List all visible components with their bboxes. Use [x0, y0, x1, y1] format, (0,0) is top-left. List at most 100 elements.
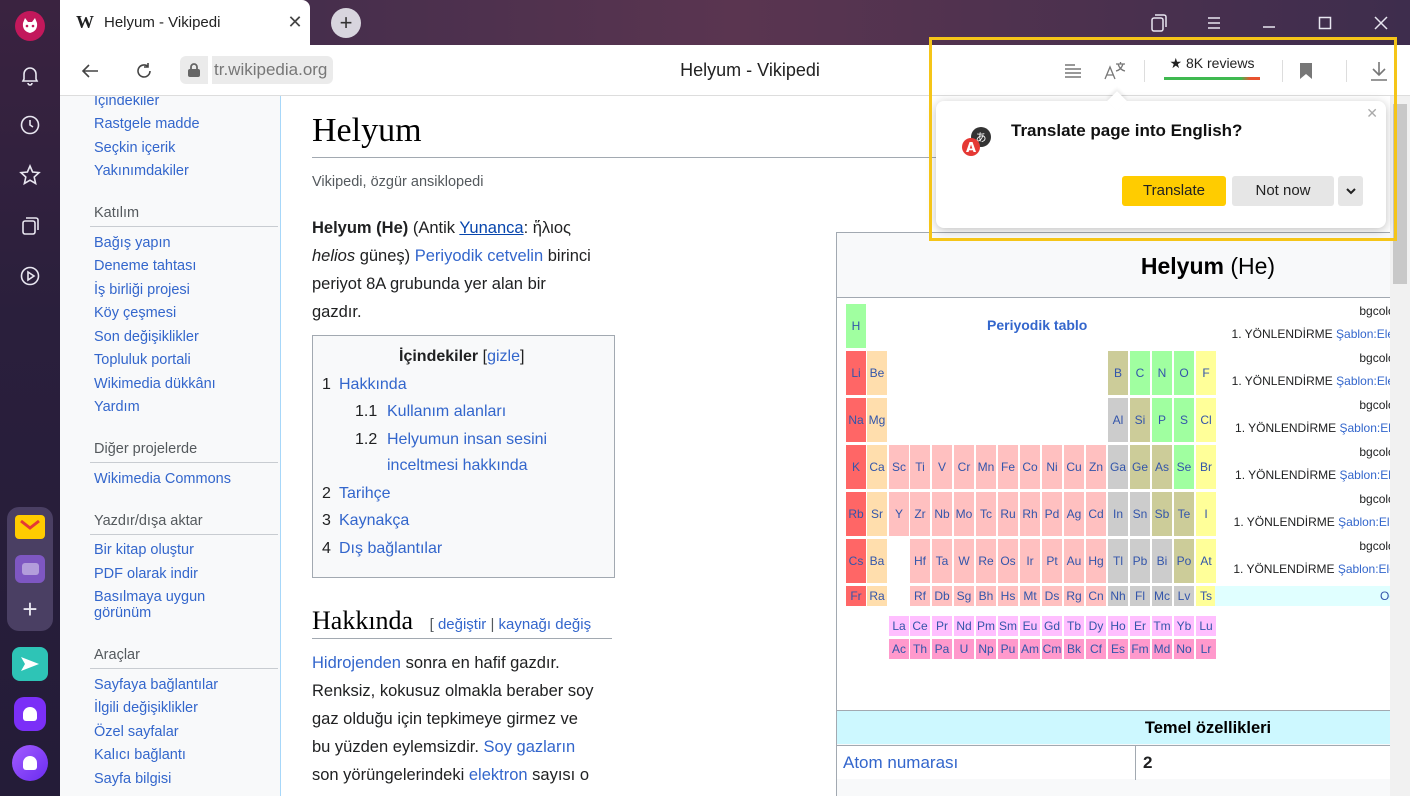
element-cell[interactable]: Ho: [1108, 616, 1128, 636]
element-cell[interactable]: Pd: [1042, 492, 1062, 536]
element-cell[interactable]: Pu: [998, 639, 1018, 659]
mail-icon[interactable]: [15, 515, 45, 539]
translate-button[interactable]: Translate: [1122, 176, 1226, 206]
element-cell[interactable]: V: [932, 445, 952, 489]
element-cell[interactable]: Be: [867, 351, 887, 395]
popup-close-icon[interactable]: ✕: [1366, 105, 1378, 122]
download-icon[interactable]: [1366, 58, 1392, 84]
element-og[interactable]: Og: [1215, 586, 1390, 606]
element-cell[interactable]: Fl: [1130, 586, 1150, 606]
edit-source-link[interactable]: kaynağı değiş: [499, 616, 592, 633]
element-cell[interactable]: Ta: [932, 539, 952, 583]
element-cell[interactable]: Bi: [1152, 539, 1172, 583]
element-cell[interactable]: Fe: [998, 445, 1018, 489]
alice-voice-icon[interactable]: [12, 745, 48, 781]
element-cell[interactable]: Tl: [1108, 539, 1128, 583]
page-scrollbar[interactable]: [1390, 96, 1410, 796]
element-cell[interactable]: Nd: [954, 616, 974, 636]
element-cell[interactable]: U: [954, 639, 974, 659]
reader-mode-icon[interactable]: [1060, 58, 1086, 84]
element-cell[interactable]: Ag: [1064, 492, 1084, 536]
element-cell[interactable]: La: [889, 616, 909, 636]
element-cell[interactable]: Tb: [1064, 616, 1084, 636]
url-text[interactable]: tr.wikipedia.org: [212, 56, 334, 84]
sidebar-link[interactable]: Rastgele madde: [94, 116, 200, 132]
element-cell[interactable]: Ru: [998, 492, 1018, 536]
element-cell[interactable]: I: [1196, 492, 1216, 536]
close-window-icon[interactable]: [1368, 10, 1394, 36]
element-cell[interactable]: Zn: [1086, 445, 1106, 489]
element-cell[interactable]: Am: [1020, 639, 1040, 659]
element-cell[interactable]: Ra: [867, 586, 887, 606]
template-link[interactable]: Şablon:Element/Asal gazlar/Renk": [1338, 515, 1390, 529]
profile-avatar-icon[interactable]: [15, 11, 45, 41]
link-hidrojenden[interactable]: Hidrojenden: [312, 654, 401, 672]
element-cell[interactable]: Pr: [932, 616, 952, 636]
element-cell[interactable]: Rb: [846, 492, 866, 536]
element-cell[interactable]: Br: [1196, 445, 1216, 489]
collections-icon[interactable]: [15, 211, 45, 241]
element-cell[interactable]: Md: [1152, 639, 1172, 659]
element-cell[interactable]: K: [846, 445, 866, 489]
element-cell[interactable]: S: [1174, 398, 1194, 442]
element-cell[interactable]: Cf: [1086, 639, 1106, 659]
element-cell[interactable]: F: [1196, 351, 1216, 395]
sidebar-link[interactable]: Son değişiklikler: [94, 329, 199, 345]
tabs-overview-icon[interactable]: [1146, 10, 1172, 36]
element-cell[interactable]: Al: [1108, 398, 1128, 442]
element-cell[interactable]: Hf: [910, 539, 930, 583]
element-cell[interactable]: Pa: [932, 639, 952, 659]
back-arrow-icon[interactable]: [76, 57, 104, 85]
sidebar-link[interactable]: Sayfa bilgisi: [94, 771, 171, 787]
element-cell[interactable]: Ca: [867, 445, 887, 489]
bookmarks-star-icon[interactable]: [15, 160, 45, 190]
element-cell[interactable]: Pm: [976, 616, 996, 636]
element-cell[interactable]: Na: [846, 398, 866, 442]
element-cell[interactable]: Es: [1108, 639, 1128, 659]
sidebar-link[interactable]: Wikimedia dükkânı: [94, 376, 216, 392]
toc-item[interactable]: Dış bağlantılar: [339, 540, 442, 558]
link-soy-gazlarin[interactable]: Soy gazların: [484, 738, 576, 756]
template-link[interactable]: Şablon:Element/Asal gazlar/Renk": [1336, 327, 1390, 341]
element-cell[interactable]: Ts: [1196, 586, 1216, 606]
element-cell[interactable]: Mo: [954, 492, 974, 536]
element-cell[interactable]: Yb: [1174, 616, 1194, 636]
element-cell[interactable]: Ir: [1020, 539, 1040, 583]
element-cell[interactable]: Li: [846, 351, 866, 395]
not-now-button[interactable]: Not now: [1232, 176, 1334, 206]
element-cell[interactable]: Dy: [1086, 616, 1106, 636]
template-link[interactable]: Şablon:Element/Asal gazlar/Renk": [1340, 468, 1391, 482]
element-cell[interactable]: Sg: [954, 586, 974, 606]
element-cell[interactable]: Tm: [1152, 616, 1172, 636]
sidebar-link[interactable]: Bir kitap oluştur: [94, 542, 194, 558]
element-cell[interactable]: As: [1152, 445, 1172, 489]
element-cell[interactable]: Lu: [1196, 616, 1216, 636]
toc-item[interactable]: Hakkında: [339, 376, 407, 394]
atom-number-label[interactable]: Atom numarası: [843, 753, 958, 773]
template-link[interactable]: Şablon:Element/Asal gazlar/Renk": [1336, 374, 1390, 388]
element-cell[interactable]: Lv: [1174, 586, 1194, 606]
element-cell[interactable]: Ds: [1042, 586, 1062, 606]
element-cell[interactable]: Fm: [1130, 639, 1150, 659]
element-cell[interactable]: P: [1152, 398, 1172, 442]
element-cell[interactable]: W: [954, 539, 974, 583]
element-cell[interactable]: Y: [889, 492, 909, 536]
element-cell[interactable]: Co: [1020, 445, 1040, 489]
link-yunanca[interactable]: Yunanca: [459, 219, 523, 237]
element-cell[interactable]: Cl: [1196, 398, 1216, 442]
element-cell[interactable]: Si: [1130, 398, 1150, 442]
element-cell[interactable]: Po: [1174, 539, 1194, 583]
element-cell[interactable]: Se: [1174, 445, 1194, 489]
element-cell[interactable]: Mc: [1152, 586, 1172, 606]
element-cell[interactable]: Cd: [1086, 492, 1106, 536]
element-cell[interactable]: Pb: [1130, 539, 1150, 583]
element-cell[interactable]: No: [1174, 639, 1194, 659]
element-cell[interactable]: Np: [976, 639, 996, 659]
toc-item[interactable]: Tarihçe: [339, 485, 391, 503]
element-cell[interactable]: Hg: [1086, 539, 1106, 583]
element-cell[interactable]: Re: [976, 539, 996, 583]
element-cell[interactable]: Zr: [910, 492, 930, 536]
link-elektron[interactable]: elektron: [469, 766, 528, 784]
element-cell[interactable]: Th: [910, 639, 930, 659]
element-cell[interactable]: Sr: [867, 492, 887, 536]
